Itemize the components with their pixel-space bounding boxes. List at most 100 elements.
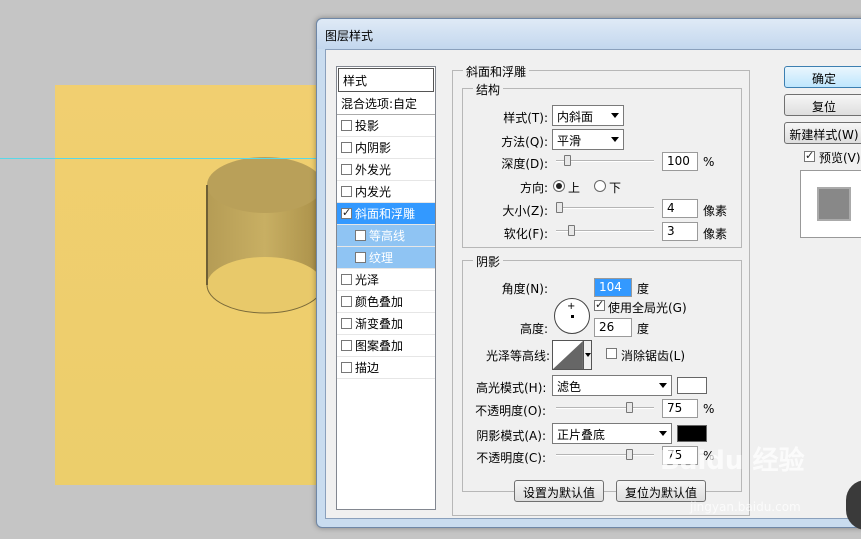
checkbox-icon[interactable]	[341, 362, 352, 373]
checkbox-icon[interactable]	[341, 340, 352, 351]
style-item-label: 颜色叠加	[355, 295, 404, 309]
style-item-label: 描边	[355, 361, 380, 375]
depth-unit: %	[703, 155, 715, 169]
style-select[interactable]: 内斜面	[552, 105, 624, 126]
size-input[interactable]: 4	[662, 199, 698, 218]
watermark-logo: Baidu 经验	[660, 446, 805, 476]
highlight-opacity-slider[interactable]	[556, 402, 654, 414]
new-style-button[interactable]: 新建样式(W)	[784, 122, 861, 144]
style-item-color-overlay[interactable]: 颜色叠加	[337, 291, 435, 313]
checkbox-icon[interactable]	[341, 274, 352, 285]
depth-slider[interactable]	[556, 155, 654, 167]
checkbox-icon[interactable]	[341, 120, 352, 131]
checkbox-icon[interactable]	[355, 252, 366, 263]
style-item-label: 等高线	[369, 229, 406, 243]
styles-list: 样式 混合选项:自定 投影 内阴影 外发光 内发光 斜面和浮雕 等高线 纹理 光…	[336, 66, 436, 510]
highlight-opacity-input[interactable]: 75	[662, 399, 698, 418]
global-light-checkbox[interactable]	[594, 298, 605, 311]
dial-center-dot	[571, 315, 574, 318]
reset-button[interactable]: 复位	[784, 94, 861, 116]
style-label: 样式(T):	[503, 111, 548, 125]
style-item-texture[interactable]: 纹理	[337, 247, 435, 269]
style-item-bevel-emboss[interactable]: 斜面和浮雕	[337, 203, 435, 225]
depth-input[interactable]: 100	[662, 152, 698, 171]
dialog-title[interactable]: 图层样式	[317, 19, 861, 49]
checkbox-icon[interactable]	[341, 142, 352, 153]
chevron-down-icon	[659, 383, 667, 388]
direction-up-label: 上	[568, 181, 581, 195]
checkbox-icon[interactable]	[341, 296, 352, 307]
slider-thumb[interactable]	[568, 225, 575, 236]
altitude-input[interactable]: 26	[594, 318, 632, 337]
style-preview	[800, 170, 861, 238]
style-item-satin[interactable]: 光泽	[337, 269, 435, 291]
slider-thumb[interactable]	[626, 449, 633, 460]
slider-thumb[interactable]	[626, 402, 633, 413]
style-item-drop-shadow[interactable]: 投影	[337, 115, 435, 137]
set-default-button[interactable]: 设置为默认值	[514, 480, 604, 502]
soften-input[interactable]: 3	[662, 222, 698, 241]
technique-select-value: 平滑	[557, 134, 582, 148]
ok-button[interactable]: 确定	[784, 66, 861, 88]
highlight-opacity-label: 不透明度(O):	[475, 404, 546, 418]
angle-input[interactable]: 104	[594, 278, 632, 297]
bevel-emboss-title: 斜面和浮雕	[463, 63, 530, 80]
slider-thumb[interactable]	[564, 155, 571, 166]
style-item-label: 外发光	[355, 163, 392, 177]
highlight-opacity-unit: %	[703, 402, 715, 416]
checkbox-icon[interactable]	[341, 206, 352, 219]
watermark-url: jingyan.baidu.com	[690, 500, 801, 514]
soften-slider[interactable]	[556, 225, 654, 237]
checkbox-icon[interactable]	[341, 318, 352, 329]
gloss-contour-label: 光泽等高线:	[485, 349, 550, 363]
size-slider[interactable]	[556, 202, 654, 214]
preview-label: 预览(V)	[819, 151, 861, 165]
shadow-opacity-slider[interactable]	[556, 449, 654, 461]
checkbox-icon[interactable]	[341, 186, 352, 197]
technique-select[interactable]: 平滑	[552, 129, 624, 150]
preview-checkbox[interactable]	[804, 149, 815, 162]
highlight-mode-select[interactable]: 滤色	[552, 375, 672, 396]
checkbox-icon[interactable]	[341, 164, 352, 175]
direction-down-radio[interactable]	[594, 180, 606, 192]
style-item-label: 渐变叠加	[355, 317, 404, 331]
direction-up-radio[interactable]	[553, 180, 565, 192]
slider-thumb[interactable]	[556, 202, 563, 213]
soften-label: 软化(F):	[503, 227, 548, 241]
technique-label: 方法(Q):	[501, 135, 548, 149]
slider-track	[556, 207, 654, 209]
chevron-down-icon	[659, 431, 667, 436]
style-item-gradient-overlay[interactable]: 渐变叠加	[337, 313, 435, 335]
direction-label: 方向:	[519, 181, 548, 195]
shadow-mode-select[interactable]: 正片叠底	[552, 423, 672, 444]
style-item-inner-shadow[interactable]: 内阴影	[337, 137, 435, 159]
global-light-label: 使用全局光(G)	[608, 301, 687, 315]
angle-dial[interactable]: +	[554, 298, 590, 334]
style-item-contour[interactable]: 等高线	[337, 225, 435, 247]
styles-header[interactable]: 样式	[338, 68, 434, 92]
size-unit: 像素	[703, 204, 728, 218]
slider-track	[556, 454, 654, 456]
style-item-label: 投影	[355, 119, 380, 133]
gloss-contour-dropdown[interactable]	[583, 340, 592, 370]
style-item-pattern-overlay[interactable]: 图案叠加	[337, 335, 435, 357]
style-item-stroke[interactable]: 描边	[337, 357, 435, 379]
style-item-inner-glow[interactable]: 内发光	[337, 181, 435, 203]
chevron-down-icon	[611, 113, 619, 118]
preview-swatch	[817, 187, 851, 221]
style-item-outer-glow[interactable]: 外发光	[337, 159, 435, 181]
checkbox-icon[interactable]	[355, 230, 366, 241]
style-item-label: 纹理	[369, 251, 394, 265]
direction-down-label: 下	[609, 181, 622, 195]
chevron-down-icon	[611, 137, 619, 142]
size-label: 大小(Z):	[502, 204, 548, 218]
soften-unit: 像素	[703, 227, 728, 241]
blending-options-item[interactable]: 混合选项:自定	[337, 93, 435, 115]
antialias-checkbox[interactable]	[606, 348, 617, 359]
canvas-document[interactable]	[55, 85, 324, 485]
style-item-label: 斜面和浮雕	[355, 207, 416, 221]
structure-title: 结构	[473, 81, 504, 98]
reset-default-button[interactable]: 复位为默认值	[616, 480, 706, 502]
gloss-contour-icon[interactable]	[552, 340, 584, 370]
highlight-color-swatch[interactable]	[677, 377, 707, 394]
